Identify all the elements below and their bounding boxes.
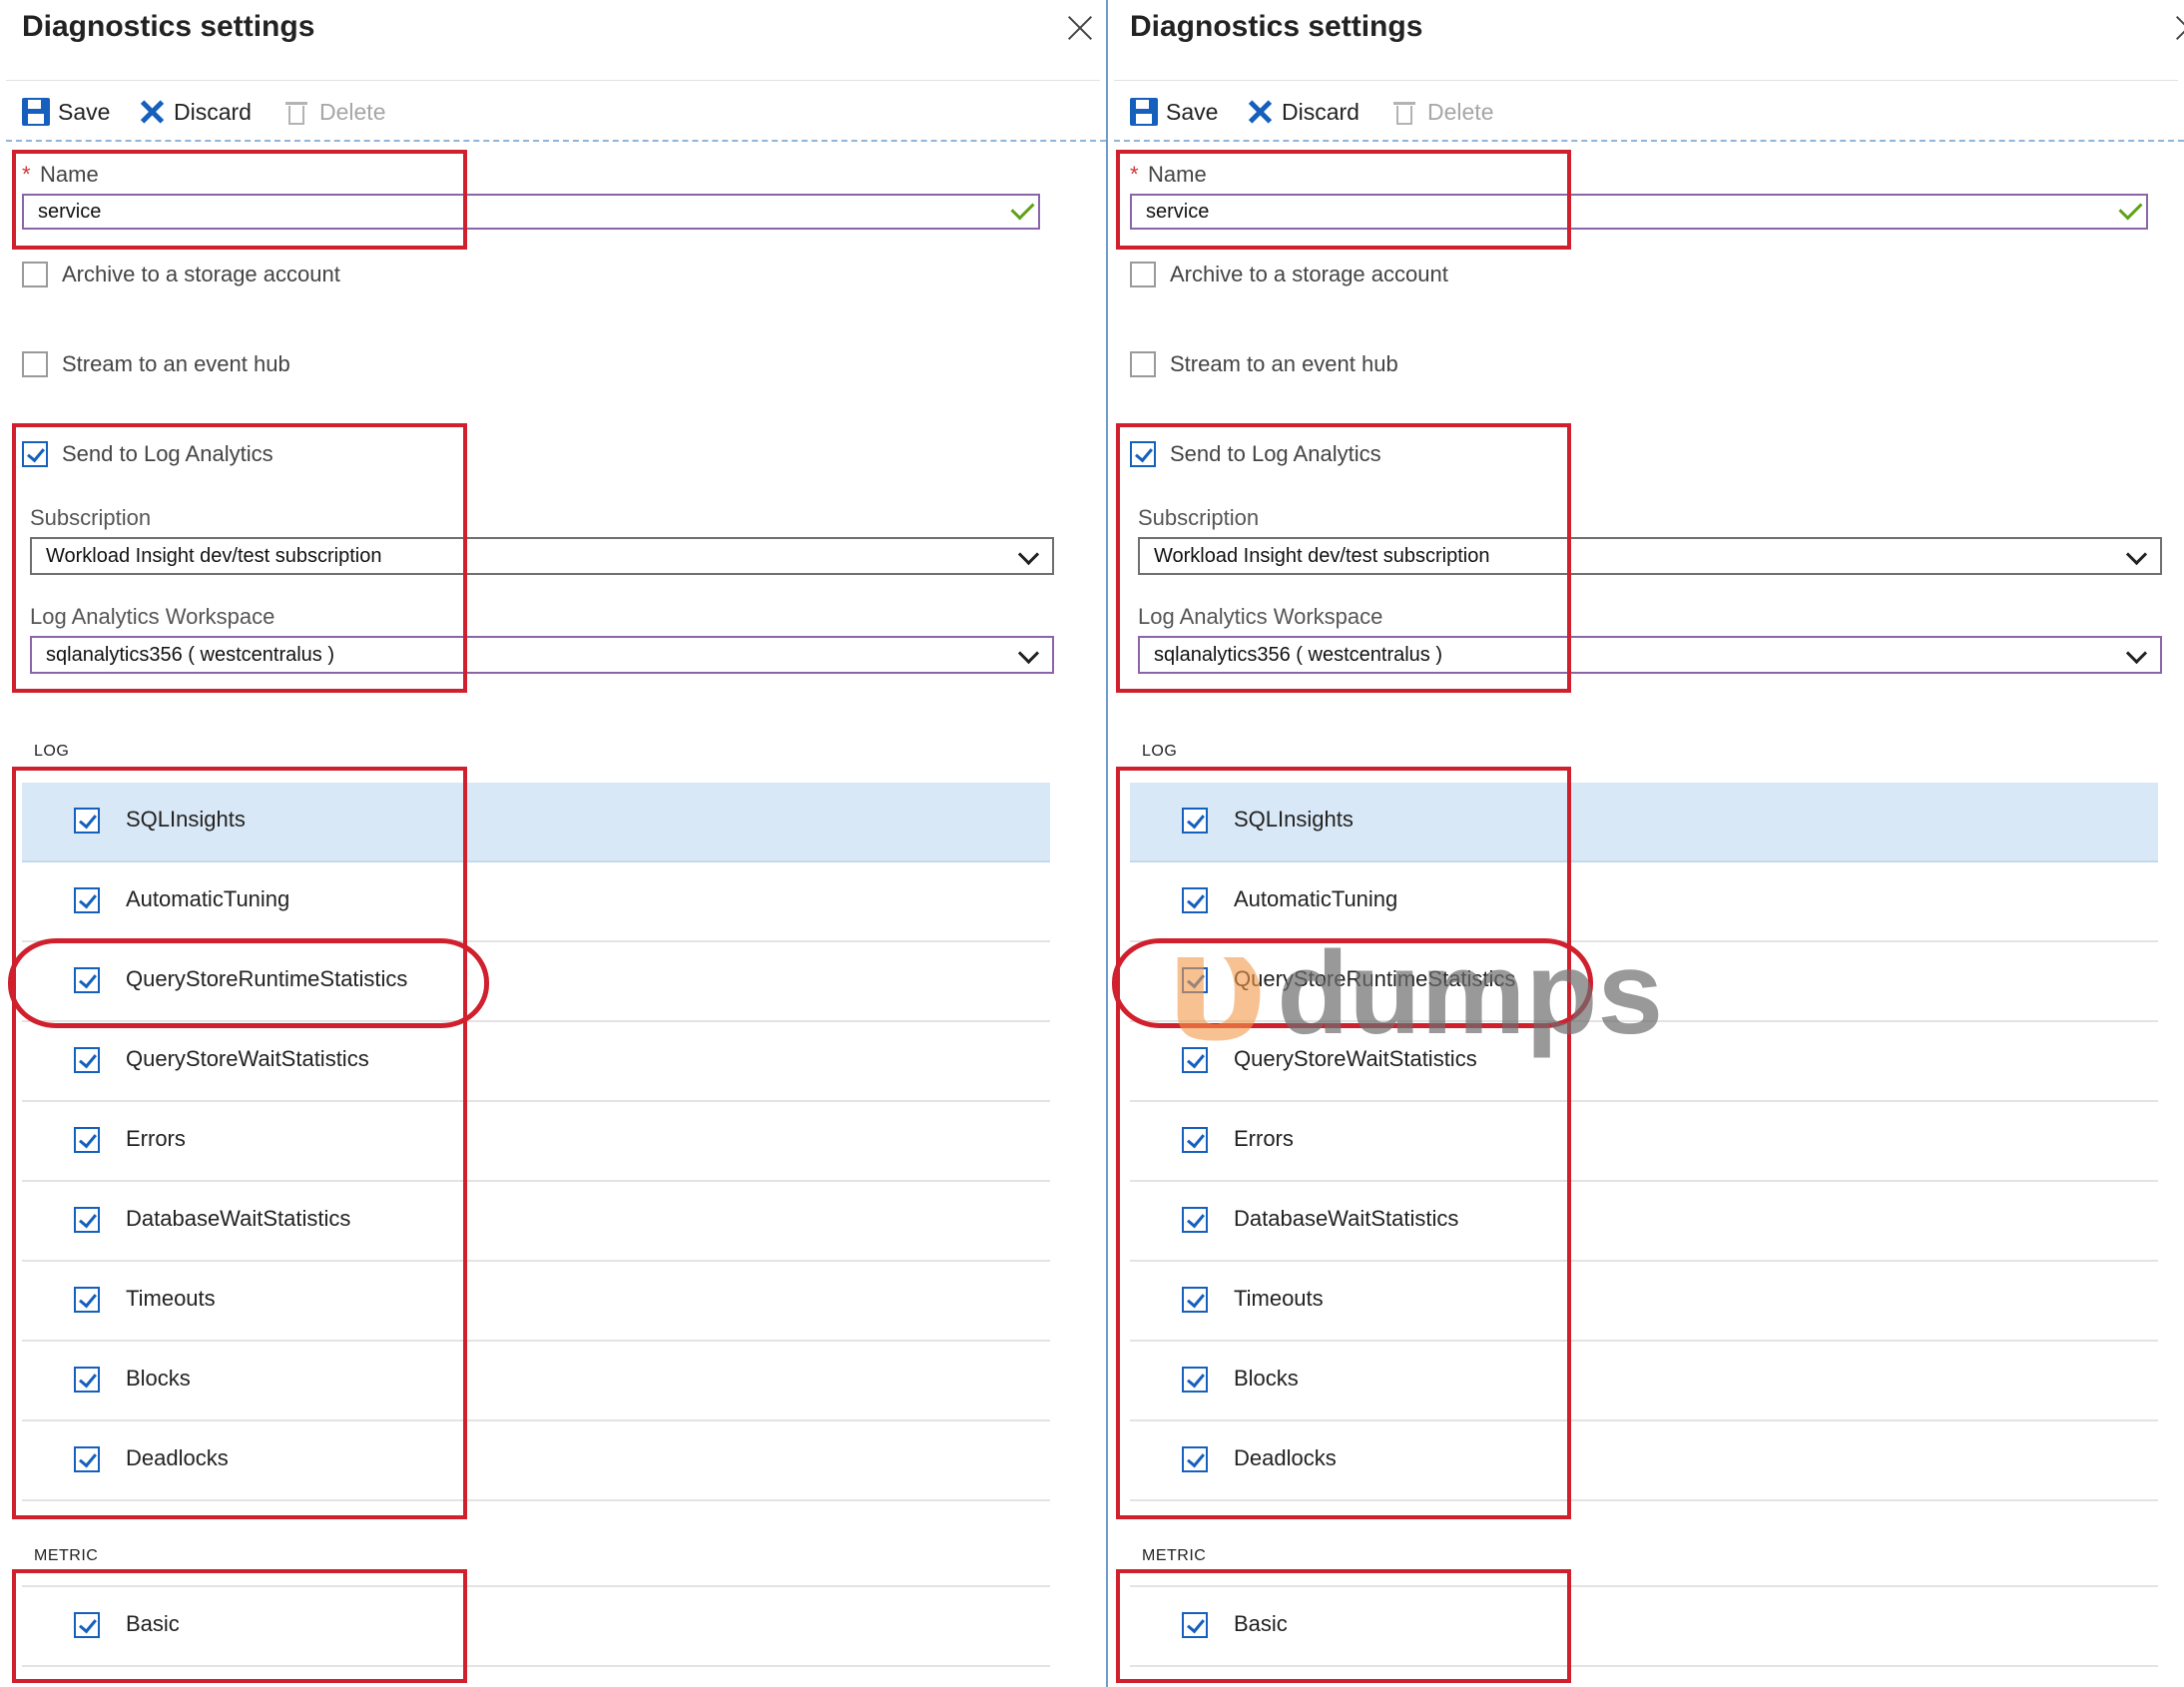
save-icon bbox=[1130, 98, 1158, 126]
discard-label: Discard bbox=[1282, 98, 1360, 125]
highlight-querystoreruntime bbox=[8, 938, 489, 1028]
stream-label: Stream to an event hub bbox=[1170, 351, 1398, 376]
metric-section-header: METRIC bbox=[34, 1547, 99, 1564]
delete-label: Delete bbox=[319, 98, 386, 125]
save-label: Save bbox=[58, 98, 111, 125]
archive-label: Archive to a storage account bbox=[1170, 262, 1448, 286]
highlight-log-analytics bbox=[12, 423, 467, 693]
chevron-down-icon bbox=[2125, 642, 2148, 665]
diagnostics-panel-right: Diagnostics settings Save Discard Delete… bbox=[1108, 0, 2184, 1687]
save-label: Save bbox=[1166, 98, 1219, 125]
save-button[interactable]: Save bbox=[22, 92, 110, 132]
log-section-header: LOG bbox=[34, 743, 70, 760]
highlight-logs bbox=[12, 767, 467, 1519]
log-section-header: LOG bbox=[1142, 743, 1178, 760]
toolbar-divider bbox=[1114, 140, 2184, 142]
highlight-logs bbox=[1116, 767, 1571, 1519]
delete-button[interactable]: Delete bbox=[1391, 92, 1493, 132]
stream-checkbox[interactable] bbox=[1130, 351, 1156, 377]
chevron-down-icon bbox=[1017, 642, 1040, 665]
highlight-metric bbox=[12, 1569, 467, 1683]
stream-checkbox[interactable] bbox=[22, 351, 48, 377]
chevron-down-icon bbox=[1017, 543, 1040, 566]
discard-button[interactable]: Discard bbox=[1246, 92, 1360, 132]
highlight-name bbox=[1116, 150, 1571, 250]
stream-option[interactable]: Stream to an event hub bbox=[22, 347, 290, 381]
archive-option[interactable]: Archive to a storage account bbox=[1130, 258, 1448, 291]
highlight-metric bbox=[1116, 1569, 1571, 1683]
stream-option[interactable]: Stream to an event hub bbox=[1130, 347, 1398, 381]
highlight-name bbox=[12, 150, 467, 250]
diagnostics-panel-left: Diagnostics settings Save Discard Delete… bbox=[0, 0, 1106, 1687]
archive-option[interactable]: Archive to a storage account bbox=[22, 258, 340, 291]
delete-label: Delete bbox=[1427, 98, 1494, 125]
panel-title: Diagnostics settings bbox=[22, 10, 315, 43]
discard-label: Discard bbox=[174, 98, 252, 125]
header-divider bbox=[1114, 80, 2178, 81]
header-divider bbox=[6, 80, 1100, 81]
highlight-log-analytics bbox=[1116, 423, 1571, 693]
highlight-querystoreruntime bbox=[1112, 938, 1593, 1028]
archive-checkbox[interactable] bbox=[22, 262, 48, 287]
discard-icon bbox=[138, 98, 166, 126]
archive-label: Archive to a storage account bbox=[62, 262, 340, 286]
metric-section-header: METRIC bbox=[1142, 1547, 1207, 1564]
save-icon bbox=[22, 98, 50, 126]
discard-icon bbox=[1246, 98, 1274, 126]
delete-button[interactable]: Delete bbox=[283, 92, 385, 132]
discard-button[interactable]: Discard bbox=[138, 92, 252, 132]
stream-label: Stream to an event hub bbox=[62, 351, 290, 376]
close-icon[interactable] bbox=[1064, 12, 1096, 44]
close-icon[interactable] bbox=[2172, 12, 2184, 44]
panel-title: Diagnostics settings bbox=[1130, 10, 1423, 43]
chevron-down-icon bbox=[2125, 543, 2148, 566]
toolbar-divider bbox=[6, 140, 1106, 142]
trash-icon bbox=[283, 98, 311, 126]
save-button[interactable]: Save bbox=[1130, 92, 1218, 132]
trash-icon bbox=[1391, 98, 1419, 126]
archive-checkbox[interactable] bbox=[1130, 262, 1156, 287]
